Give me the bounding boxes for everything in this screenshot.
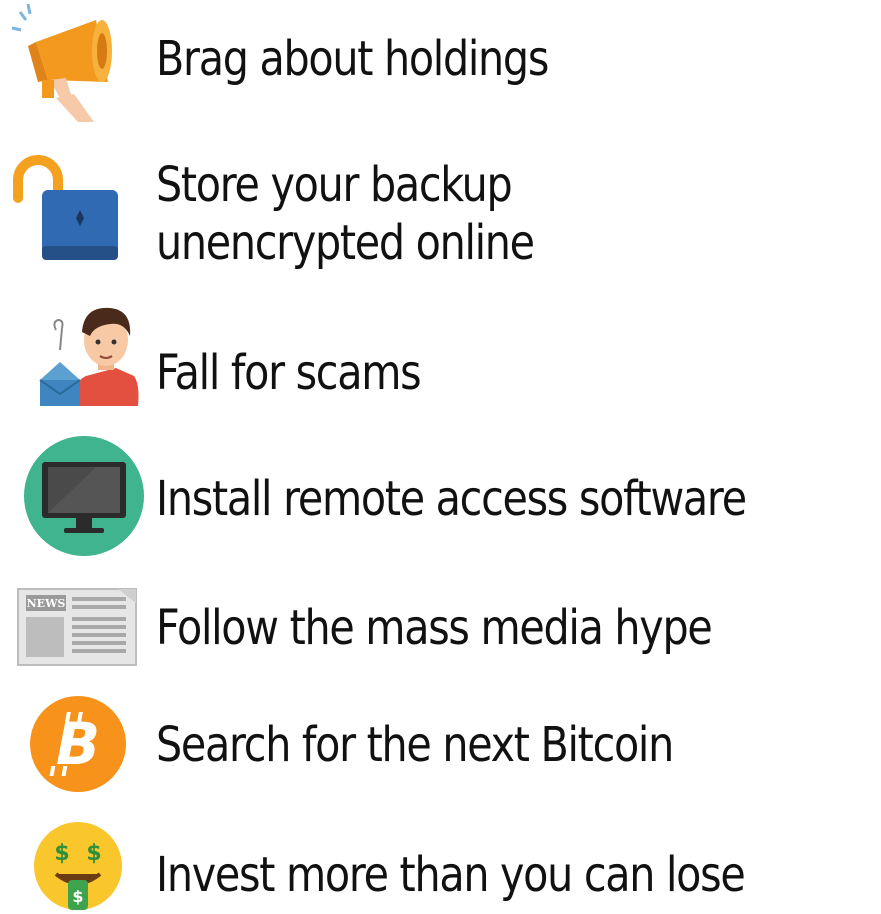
item-label: Install remote access software xyxy=(156,471,747,527)
item-label: Fall for scams xyxy=(156,345,422,401)
svg-text:$: $ xyxy=(54,841,69,866)
item-label: Search for the next Bitcoin xyxy=(156,717,674,773)
item-label-line1: Store your backup xyxy=(156,157,513,213)
monitor-icon xyxy=(22,434,146,558)
svg-text:$: $ xyxy=(86,841,101,866)
open-padlock-icon xyxy=(8,150,128,270)
phishing-person-icon xyxy=(34,302,144,412)
svg-text:$: $ xyxy=(72,887,83,906)
news-text: NEWS xyxy=(27,597,66,610)
item-label-line2: unencrypted online xyxy=(156,215,535,271)
item-label: Follow the mass media hype xyxy=(156,600,713,656)
item-label: Brag about holdings xyxy=(156,31,549,87)
item-label: Invest more than you can lose xyxy=(156,847,746,903)
newspaper-icon: NEWS xyxy=(14,585,140,669)
money-face-emoji-icon: $ $ $ xyxy=(30,818,126,914)
bitcoin-icon: B xyxy=(28,694,128,794)
megaphone-icon xyxy=(8,2,128,122)
